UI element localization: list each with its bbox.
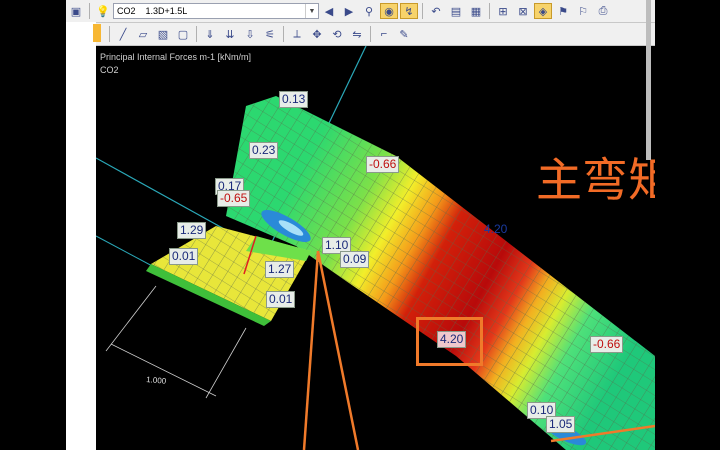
load-case-id: CO2 — [117, 6, 136, 16]
value-label: 4.20 — [484, 222, 508, 236]
print-icon[interactable]: ⎙ — [594, 3, 612, 19]
surface-icon[interactable]: ▱ — [134, 26, 152, 42]
line-icon[interactable]: ╱ — [114, 26, 132, 42]
line-load-icon[interactable]: ⇊ — [221, 26, 239, 42]
next-case-icon[interactable]: ▶ — [340, 3, 358, 19]
graphics-viewport[interactable]: 1.000 Principal Internal Forces m-1 [kNm… — [96, 46, 655, 450]
member-icon[interactable]: ⚐ — [574, 3, 592, 19]
vertical-scrollbar[interactable] — [646, 0, 651, 160]
outer-right-black — [655, 0, 720, 450]
move-icon[interactable]: ✥ — [308, 26, 326, 42]
surface-load-icon[interactable]: ⇩ — [241, 26, 259, 42]
show-results-icon[interactable]: ◉ — [380, 3, 398, 19]
value-label: 0.01 — [169, 248, 199, 265]
value-label: 0.23 — [249, 142, 279, 159]
surface-results-icon[interactable]: ◈ — [534, 3, 552, 19]
value-label: 0.01 — [266, 291, 296, 308]
mirror-icon[interactable]: ⇋ — [348, 26, 366, 42]
value-label: -0.65 — [217, 190, 251, 207]
view-icon[interactable]: ▣ — [67, 3, 85, 19]
opening-icon[interactable]: ▢ — [174, 26, 192, 42]
solid-icon[interactable]: ▧ — [154, 26, 172, 42]
comment-icon[interactable]: ✎ — [395, 26, 413, 42]
overlay-title: 主弯矩 — [536, 153, 655, 207]
rfem-window: ▣ 💡 CO2 1.3D+1.5L ▼ ◀ ▶ ⚲ ◉ ↯ ↶ ▤ ▦ ⊞ ⊠ … — [66, 0, 655, 450]
member-line — [302, 250, 320, 450]
value-label: 1.27 — [265, 261, 295, 278]
rotate-icon[interactable]: ⟲ — [328, 26, 346, 42]
deformation-icon[interactable]: ↶ — [427, 3, 445, 19]
value-label: -0.66 — [590, 336, 624, 353]
load-case-combo: 1.3D+1.5L — [145, 6, 188, 16]
value-label: 1.29 — [177, 222, 207, 239]
result-title: Principal Internal Forces m-1 [kNm/m] — [100, 52, 252, 62]
value-label: 1.05 — [546, 416, 576, 433]
grid-icon[interactable]: ⊞ — [494, 3, 512, 19]
dimension-value: 1.000 — [146, 375, 167, 386]
panel-toggle-button[interactable] — [93, 24, 101, 42]
diagram-icon[interactable]: ▤ — [447, 3, 465, 19]
dimension-icon[interactable]: ⌐ — [375, 26, 393, 42]
dimension-line — [110, 343, 217, 397]
mesh-icon[interactable]: ⊠ — [514, 3, 532, 19]
highlight-box — [416, 317, 483, 366]
result-values-icon[interactable]: ↯ — [400, 3, 418, 19]
temperature-icon[interactable]: ⚟ — [261, 26, 279, 42]
load-case-icon[interactable]: 💡 — [94, 3, 112, 19]
table-icon[interactable]: ▦ — [467, 3, 485, 19]
outer-left-black — [0, 0, 66, 450]
previous-case-icon[interactable]: ◀ — [320, 3, 338, 19]
toolbar-second: ⇲ ✚ ╱ ▱ ▧ ▢ ⇓ ⇊ ⇩ ⚟ ⟂ ✥ ⟲ ⇋ ⌐ ✎ — [66, 23, 655, 46]
support-icon[interactable]: ⚑ — [554, 3, 572, 19]
left-panel-edge — [66, 22, 101, 450]
toolbar-top: ▣ 💡 CO2 1.3D+1.5L ▼ ◀ ▶ ⚲ ◉ ↯ ↶ ▤ ▦ ⊞ ⊠ … — [66, 0, 655, 23]
value-label: 0.13 — [279, 91, 309, 108]
value-label: 0.09 — [340, 251, 370, 268]
value-label: -0.66 — [366, 156, 400, 173]
axis-icon[interactable]: ⟂ — [288, 26, 306, 42]
results-icon[interactable]: ⚲ — [360, 3, 378, 19]
result-load-case: CO2 — [100, 65, 119, 75]
chevron-down-icon[interactable]: ▼ — [305, 4, 318, 18]
load-case-select[interactable]: CO2 1.3D+1.5L ▼ — [113, 3, 319, 19]
load-icon[interactable]: ⇓ — [201, 26, 219, 42]
